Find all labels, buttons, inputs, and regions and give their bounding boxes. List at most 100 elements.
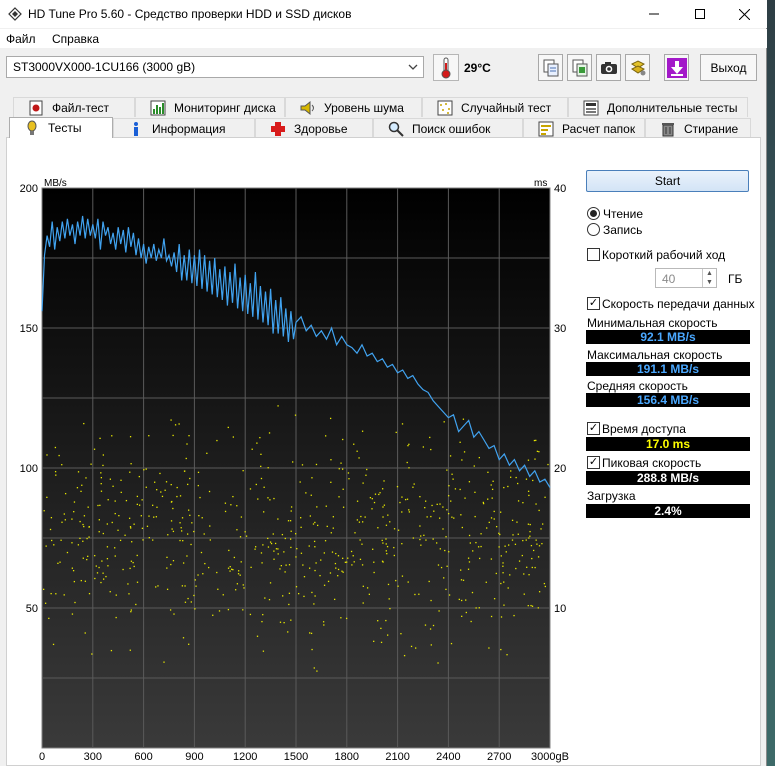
access-time-point xyxy=(461,459,463,461)
app-logo-icon xyxy=(8,7,22,21)
transfer-rate-checkbox[interactable]: ✓ xyxy=(587,297,600,310)
access-time-point xyxy=(142,539,144,541)
access-time-point xyxy=(308,567,311,569)
spin-up-icon[interactable]: ▲ xyxy=(702,269,716,278)
access-time-point xyxy=(446,509,448,511)
access-time-point xyxy=(230,568,233,570)
access-time-point xyxy=(507,587,509,589)
access-time-point xyxy=(458,598,460,601)
tab-error-scan[interactable]: Поиск ошибок xyxy=(373,118,523,138)
access-time-point xyxy=(130,527,132,529)
minimize-button[interactable] xyxy=(631,0,677,28)
access-time-checkbox[interactable]: ✓ xyxy=(587,422,600,435)
access-time-point xyxy=(356,500,359,502)
access-time-point xyxy=(406,461,408,464)
access-time-point xyxy=(251,448,253,450)
access-time-point xyxy=(323,552,325,554)
menu-help[interactable]: Справка xyxy=(52,32,99,46)
maximize-button[interactable] xyxy=(677,0,723,28)
tab-erase[interactable]: Стирание xyxy=(645,118,751,138)
options-button[interactable] xyxy=(625,54,650,81)
access-time-point xyxy=(242,584,244,586)
menu-file[interactable]: Файл xyxy=(6,32,36,46)
access-time-point xyxy=(529,535,531,537)
copy-text-button[interactable] xyxy=(538,54,563,81)
access-time-point xyxy=(513,614,515,617)
access-time-point xyxy=(54,471,57,473)
camera-icon xyxy=(600,61,617,74)
access-time-point xyxy=(294,414,297,416)
access-time-point xyxy=(504,545,506,547)
access-time-point xyxy=(222,594,224,596)
tab-disk-monitor[interactable]: Мониторинг диска xyxy=(135,97,285,117)
access-time-point xyxy=(268,598,271,601)
burst-rate-checkbox[interactable]: ✓ xyxy=(587,456,600,469)
drive-select[interactable]: ST3000VX000-1CU166 (3000 gB) xyxy=(6,56,424,78)
access-time-point xyxy=(334,598,336,601)
exit-button[interactable]: Выход xyxy=(700,54,757,81)
access-time-point xyxy=(430,644,432,646)
access-time-point xyxy=(102,578,105,580)
access-time-point xyxy=(283,551,285,553)
access-time-point xyxy=(366,468,368,471)
access-time-point xyxy=(190,601,192,603)
access-time-point xyxy=(153,516,155,518)
access-time-point xyxy=(95,565,97,567)
read-label: Чтение xyxy=(603,207,644,221)
access-time-point xyxy=(324,540,327,542)
access-time-point xyxy=(314,595,316,597)
access-time-point xyxy=(462,579,465,581)
access-time-point xyxy=(43,510,45,512)
access-time-point xyxy=(160,491,162,493)
access-time-point xyxy=(347,557,349,559)
save-button[interactable] xyxy=(664,54,689,81)
tab-random-test[interactable]: Случайный тест xyxy=(422,97,568,117)
screenshot-button[interactable] xyxy=(596,54,621,81)
access-time-point xyxy=(445,588,447,591)
tab-label: Файл-тест xyxy=(52,100,110,115)
copy-info-button[interactable] xyxy=(567,54,592,81)
access-time-point xyxy=(58,454,60,457)
access-time-point xyxy=(408,467,410,469)
access-time-point xyxy=(136,495,139,498)
access-time-point xyxy=(187,597,189,600)
access-time-point xyxy=(74,601,76,604)
access-time-point xyxy=(342,438,344,441)
tab-benchmark[interactable]: Тесты xyxy=(9,117,113,138)
access-time-point xyxy=(542,523,544,525)
tab-folder-usage[interactable]: Расчет папок xyxy=(523,118,645,138)
tab-noise[interactable]: Уровень шума xyxy=(285,97,422,117)
short-stroke-spinner[interactable]: 40 ▲ ▼ xyxy=(655,268,717,288)
access-time-point xyxy=(485,581,487,583)
access-time-point xyxy=(373,561,375,563)
access-time-point xyxy=(243,587,245,589)
read-radio[interactable] xyxy=(587,207,600,220)
spin-down-icon[interactable]: ▼ xyxy=(702,278,716,287)
access-time-point xyxy=(332,527,334,529)
access-time-point xyxy=(161,495,164,498)
tab-file-test[interactable]: Файл-тест xyxy=(13,97,135,117)
transfer-rate-label: Скорость передачи данных xyxy=(602,297,755,311)
access-time-point xyxy=(204,562,206,565)
access-time-point xyxy=(508,544,510,546)
write-radio[interactable] xyxy=(587,223,600,236)
access-time-point xyxy=(385,543,387,545)
access-time-point xyxy=(57,562,59,564)
access-time-point xyxy=(342,506,345,508)
short-stroke-checkbox[interactable] xyxy=(587,248,600,261)
start-button[interactable]: Start xyxy=(586,170,749,192)
tab-health[interactable]: Здоровье xyxy=(255,118,373,138)
tab-info[interactable]: Информация xyxy=(113,118,255,138)
close-button[interactable] xyxy=(721,0,767,28)
access-time-point xyxy=(372,548,374,550)
access-time-point xyxy=(277,518,279,520)
access-time-point xyxy=(166,556,168,559)
access-time-point xyxy=(166,588,169,590)
tab-extra-tests[interactable]: Дополнительные тесты xyxy=(568,97,748,117)
access-time-point xyxy=(227,426,229,429)
access-time-point xyxy=(523,593,525,595)
access-time-point xyxy=(180,530,183,532)
access-time-point xyxy=(118,514,120,517)
access-time-point xyxy=(529,523,531,526)
access-time-point xyxy=(82,557,84,559)
